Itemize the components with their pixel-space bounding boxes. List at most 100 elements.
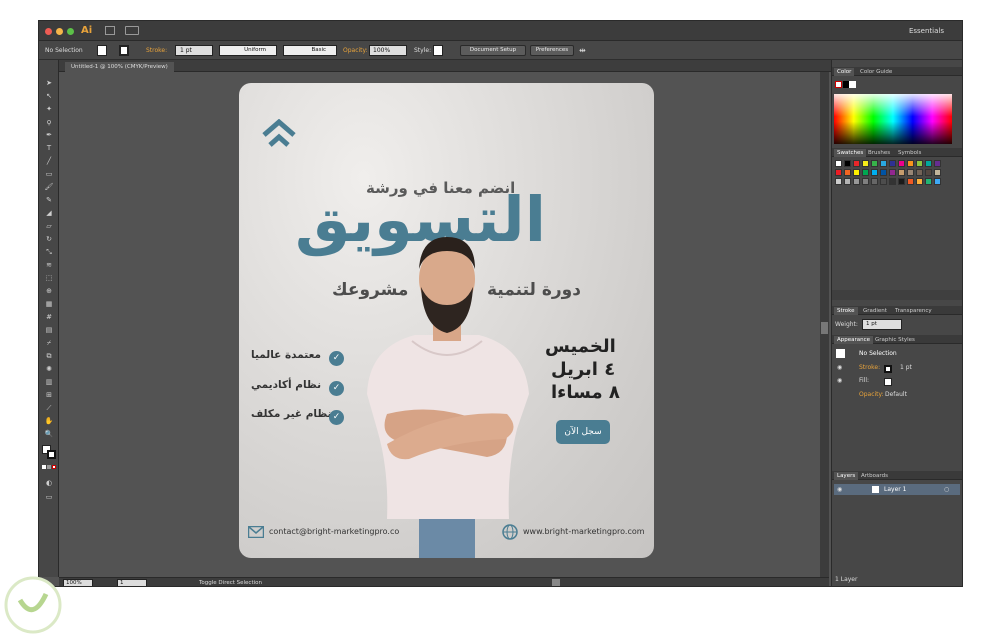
- color-swatch[interactable]: [916, 178, 923, 185]
- stroke-weight-field[interactable]: 1 pt: [175, 45, 213, 56]
- color-swatch[interactable]: [889, 160, 896, 167]
- arrange-icon[interactable]: ⇹: [579, 45, 586, 56]
- fill-swatch[interactable]: [97, 45, 107, 56]
- color-swatch[interactable]: [871, 169, 878, 176]
- mesh-tool-icon[interactable]: #: [44, 312, 54, 322]
- appearance-stroke-label[interactable]: Stroke:: [859, 362, 880, 373]
- color-swatch[interactable]: [907, 178, 914, 185]
- color-swatch[interactable]: [880, 178, 887, 185]
- color-swatch[interactable]: [844, 178, 851, 185]
- gradient-tool-icon[interactable]: ▤: [44, 325, 54, 335]
- color-swatch[interactable]: [844, 160, 851, 167]
- opacity-label[interactable]: Opacity:: [343, 45, 368, 56]
- layer-visibility-eye-icon[interactable]: ◉: [837, 484, 842, 495]
- tab-layers[interactable]: Layers: [834, 472, 859, 480]
- close-window-button[interactable]: [45, 28, 52, 35]
- tab-gradient[interactable]: Gradient: [860, 307, 890, 315]
- tab-appearance[interactable]: Appearance: [834, 336, 874, 344]
- warp-tool-icon[interactable]: ≋: [44, 260, 54, 270]
- color-swatch[interactable]: [907, 160, 914, 167]
- color-swatch[interactable]: [853, 169, 860, 176]
- color-swatch[interactable]: [898, 178, 905, 185]
- blend-tool-icon[interactable]: ⧉: [44, 351, 54, 361]
- shape-builder-tool-icon[interactable]: ⊕: [44, 286, 54, 296]
- magic-wand-tool-icon[interactable]: ✦: [44, 104, 54, 114]
- column-graph-tool-icon[interactable]: ▥: [44, 377, 54, 387]
- tab-transparency[interactable]: Transparency: [892, 307, 935, 315]
- color-swatch[interactable]: [934, 169, 941, 176]
- layer-target-icon[interactable]: ○: [944, 484, 949, 495]
- appearance-fill-swatch[interactable]: [884, 378, 892, 386]
- eraser-tool-icon[interactable]: ▱: [44, 221, 54, 231]
- line-tool-icon[interactable]: ╱: [44, 156, 54, 166]
- stroke-swatch[interactable]: [119, 45, 129, 56]
- symbol-sprayer-tool-icon[interactable]: ✺: [44, 364, 54, 374]
- color-swatch[interactable]: [934, 178, 941, 185]
- brush-definition[interactable]: Basic: [283, 45, 337, 56]
- direct-selection-tool-icon[interactable]: ↖: [44, 91, 54, 101]
- eyedropper-tool-icon[interactable]: ⌿: [44, 338, 54, 348]
- color-swatch[interactable]: [934, 160, 941, 167]
- document-setup-button[interactable]: Document Setup: [460, 45, 526, 56]
- tab-artboards[interactable]: Artboards: [858, 472, 891, 480]
- swatch-grid[interactable]: [835, 160, 955, 210]
- color-swatch[interactable]: [844, 169, 851, 176]
- color-mode-icon[interactable]: [42, 465, 46, 469]
- register-button[interactable]: سجل الآن: [556, 420, 610, 444]
- appearance-fill-label[interactable]: Fill:: [859, 375, 869, 386]
- fill-visibility-eye-icon[interactable]: ◉: [837, 375, 842, 386]
- artboard-navigation-field[interactable]: 1: [117, 579, 147, 586]
- stroke-label[interactable]: Stroke:: [146, 45, 167, 56]
- color-swatch[interactable]: [871, 160, 878, 167]
- color-swatch[interactable]: [925, 160, 932, 167]
- vertical-scroll-thumb[interactable]: [821, 322, 828, 334]
- opacity-field[interactable]: 100%: [369, 45, 407, 56]
- tab-color-guide[interactable]: Color Guide: [857, 68, 895, 76]
- layer-row[interactable]: ◉ Layer 1 ○: [834, 484, 960, 495]
- workspace-switcher[interactable]: Essentials: [909, 27, 944, 35]
- graphic-style-swatch[interactable]: [433, 45, 443, 56]
- color-swatch[interactable]: [925, 178, 932, 185]
- color-swatch[interactable]: [925, 169, 932, 176]
- free-transform-tool-icon[interactable]: ⬚: [44, 273, 54, 283]
- color-swatch[interactable]: [889, 178, 896, 185]
- vertical-scrollbar[interactable]: [820, 72, 829, 577]
- white-color-swatch[interactable]: [849, 81, 856, 88]
- tab-stroke[interactable]: Stroke: [834, 307, 858, 315]
- layer-name[interactable]: Layer 1: [884, 484, 906, 495]
- appearance-opacity-label[interactable]: Opacity:: [859, 389, 884, 400]
- color-swatch[interactable]: [862, 169, 869, 176]
- hand-tool-icon[interactable]: ✋: [44, 416, 54, 426]
- artboard-tool-icon[interactable]: ⊞: [44, 390, 54, 400]
- blob-brush-tool-icon[interactable]: ◢: [44, 208, 54, 218]
- color-swatch[interactable]: [835, 178, 842, 185]
- color-spectrum[interactable]: [834, 94, 952, 144]
- selection-tool-icon[interactable]: ➤: [44, 78, 54, 88]
- color-swatch[interactable]: [907, 169, 914, 176]
- color-swatch[interactable]: [889, 169, 896, 176]
- scale-tool-icon[interactable]: ⤡: [44, 247, 54, 257]
- color-swatch[interactable]: [880, 169, 887, 176]
- none-mode-icon[interactable]: [52, 465, 56, 469]
- color-swatch[interactable]: [871, 178, 878, 185]
- bridge-icon[interactable]: [105, 26, 115, 35]
- status-tool-hint[interactable]: Toggle Direct Selection: [199, 578, 262, 586]
- artboard[interactable]: انضم معنا في ورشة التسويق دورة لتنمية مش…: [239, 83, 654, 558]
- lasso-tool-icon[interactable]: ϙ: [44, 117, 54, 127]
- color-swatch[interactable]: [880, 160, 887, 167]
- paintbrush-tool-icon[interactable]: 🖌: [44, 182, 54, 192]
- panel-stroke-weight-field[interactable]: 1 pt: [862, 319, 902, 330]
- none-color-swatch[interactable]: [835, 81, 842, 88]
- pen-tool-icon[interactable]: ✒: [44, 130, 54, 140]
- slice-tool-icon[interactable]: ⟋: [44, 403, 54, 413]
- tab-color[interactable]: Color: [834, 68, 855, 76]
- tab-symbols[interactable]: Symbols: [895, 149, 924, 157]
- perspective-grid-tool-icon[interactable]: ▦: [44, 299, 54, 309]
- appearance-stroke-swatch[interactable]: [884, 365, 892, 373]
- color-swatch[interactable]: [853, 178, 860, 185]
- color-swatch[interactable]: [862, 178, 869, 185]
- color-swatch[interactable]: [835, 160, 842, 167]
- zoom-tool-icon[interactable]: 🔍: [44, 429, 54, 439]
- document-tab[interactable]: Untitled-1 @ 100% (CMYK/Preview): [65, 62, 174, 72]
- pencil-tool-icon[interactable]: ✎: [44, 195, 54, 205]
